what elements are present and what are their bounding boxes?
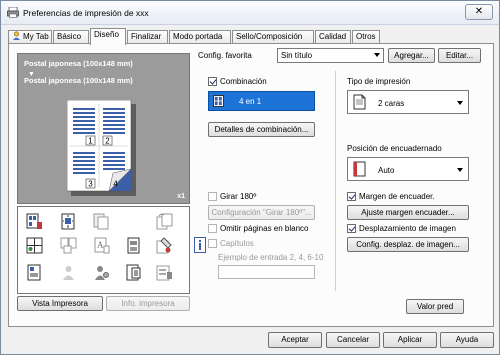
skip-blank-pages-label: Omitir páginas en blanco xyxy=(220,224,309,233)
apply-button[interactable]: Aplicar xyxy=(383,332,437,348)
chevron-down-icon xyxy=(457,168,463,172)
chevron-down-icon xyxy=(457,101,463,105)
preview-page-number: 3 xyxy=(88,180,93,189)
copy-protect-function-icon[interactable] xyxy=(60,264,77,281)
print-type-select[interactable]: 2 caras xyxy=(347,90,469,114)
help-button[interactable]: Ayuda xyxy=(440,332,494,348)
text-page-function-icon[interactable]: A xyxy=(93,237,110,254)
favorite-config-select[interactable]: Sin título xyxy=(277,48,384,63)
chapters-input[interactable] xyxy=(218,265,315,279)
stamp-function-icon[interactable] xyxy=(156,237,173,254)
accept-button[interactable]: Aceptar xyxy=(268,332,322,348)
tab-otros[interactable]: Otros xyxy=(352,30,380,44)
function-icon-panel: A xyxy=(17,206,190,294)
preview-zoom-label: x1 xyxy=(177,193,185,200)
chapters-example-text: Ejemplo de entrada 2, 4, 6-10 xyxy=(218,253,324,262)
close-icon: ✕ xyxy=(474,6,484,17)
preview-paper-size-output: Postal japonesa (100x148 mm) xyxy=(24,76,133,85)
edit-favorite-button[interactable]: Editar... xyxy=(438,48,481,63)
layout-page-function-icon[interactable] xyxy=(125,237,142,254)
title-bar: Preferencias de impresión de xxx ✕ xyxy=(1,1,499,25)
my-tab-icon xyxy=(13,31,20,40)
chapter-function-icon[interactable] xyxy=(125,264,142,281)
combination-details-button[interactable]: Detalles de combinación... xyxy=(208,122,315,137)
page-number-function-icon[interactable] xyxy=(156,264,173,281)
add-favorite-button[interactable]: Agregar... xyxy=(388,48,435,63)
binding-margin-settings-button[interactable]: Ajuste margen encuader... xyxy=(347,205,469,220)
binding-page-icon xyxy=(353,161,366,177)
poster-function-icon[interactable] xyxy=(26,237,43,254)
rotate-180-config-button[interactable]: Configuración "Girar 180º"... xyxy=(208,205,315,220)
skip-blank-function-icon[interactable] xyxy=(26,264,43,281)
preview-paper-size-original: Postal japonesa (100x148 mm) xyxy=(24,59,133,68)
printer-icon xyxy=(7,7,19,18)
info-icon xyxy=(194,237,206,253)
tab-sello-composicion[interactable]: Sello/Composición xyxy=(232,30,314,44)
tab-modo-portada[interactable]: Modo portada xyxy=(169,30,231,44)
preview-page-number: 1 xyxy=(88,137,93,146)
image-shift-label: Desplazamiento de imagen xyxy=(359,224,456,233)
preview-paper-4in1: 1 2 3 4 xyxy=(67,100,136,196)
image-shift-checkbox[interactable] xyxy=(347,224,356,233)
binding-margin-label: Margen de encuader. xyxy=(359,192,435,201)
binding-position-select[interactable]: Auto xyxy=(347,157,469,181)
printing-preferences-window: Preferencias de impresión de xxx ✕ My Ta… xyxy=(0,0,500,355)
image-shift-function-icon[interactable] xyxy=(60,213,77,230)
chapters-checkbox[interactable] xyxy=(208,239,217,248)
svg-text:A: A xyxy=(97,240,104,250)
preview-page-number: 2 xyxy=(105,137,110,146)
print-type-label: Tipo de impresión xyxy=(347,77,411,86)
chevron-down-icon xyxy=(374,53,380,57)
booklet-function-icon[interactable] xyxy=(60,237,77,254)
overlay-function-icon[interactable] xyxy=(93,213,110,230)
combination-checkbox[interactable] xyxy=(208,77,217,86)
printer-info-button[interactable]: Info. impresora xyxy=(106,296,190,311)
window-title: Preferencias de impresión de xxx xyxy=(23,8,149,18)
combination-select[interactable]: 4 en 1 xyxy=(208,91,315,111)
chapters-label: Capítulos xyxy=(220,239,254,248)
layout-preview: Postal japonesa (100x148 mm) ▼ Postal ja… xyxy=(17,53,190,204)
preview-page-number: 4 xyxy=(113,180,118,189)
tab-diseno[interactable]: Diseño xyxy=(90,28,126,45)
section-divider xyxy=(335,71,336,291)
rotate-function-icon[interactable] xyxy=(156,213,173,230)
combination-function-icon[interactable] xyxy=(26,213,43,230)
tab-my-tab[interactable]: My Tab xyxy=(8,30,52,44)
image-shift-settings-button[interactable]: Config. desplaz. de imagen... xyxy=(347,237,469,252)
rotate-180-checkbox[interactable] xyxy=(208,192,217,201)
skip-blank-pages-checkbox[interactable] xyxy=(208,224,217,233)
four-in-one-icon xyxy=(213,95,224,107)
tab-finalizar[interactable]: Finalizar xyxy=(127,30,168,44)
combination-label: Combinación xyxy=(220,77,267,86)
duplex-page-icon xyxy=(353,94,366,110)
close-button[interactable]: ✕ xyxy=(465,4,493,20)
rotate-180-label: Girar 180º xyxy=(220,192,257,201)
tab-calidad[interactable]: Calidad xyxy=(315,30,351,44)
printer-view-button[interactable]: Vista Impresora xyxy=(17,296,103,311)
default-values-button[interactable]: Valor pred xyxy=(406,299,464,314)
binding-margin-checkbox[interactable] xyxy=(347,192,356,201)
user-settings-function-icon[interactable] xyxy=(93,264,110,281)
favorite-config-label: Config. favorita xyxy=(198,51,252,60)
binding-position-label: Posición de encuadernado xyxy=(347,144,442,153)
tab-basico[interactable]: Básico xyxy=(53,30,89,44)
cancel-button[interactable]: Cancelar xyxy=(326,332,380,348)
